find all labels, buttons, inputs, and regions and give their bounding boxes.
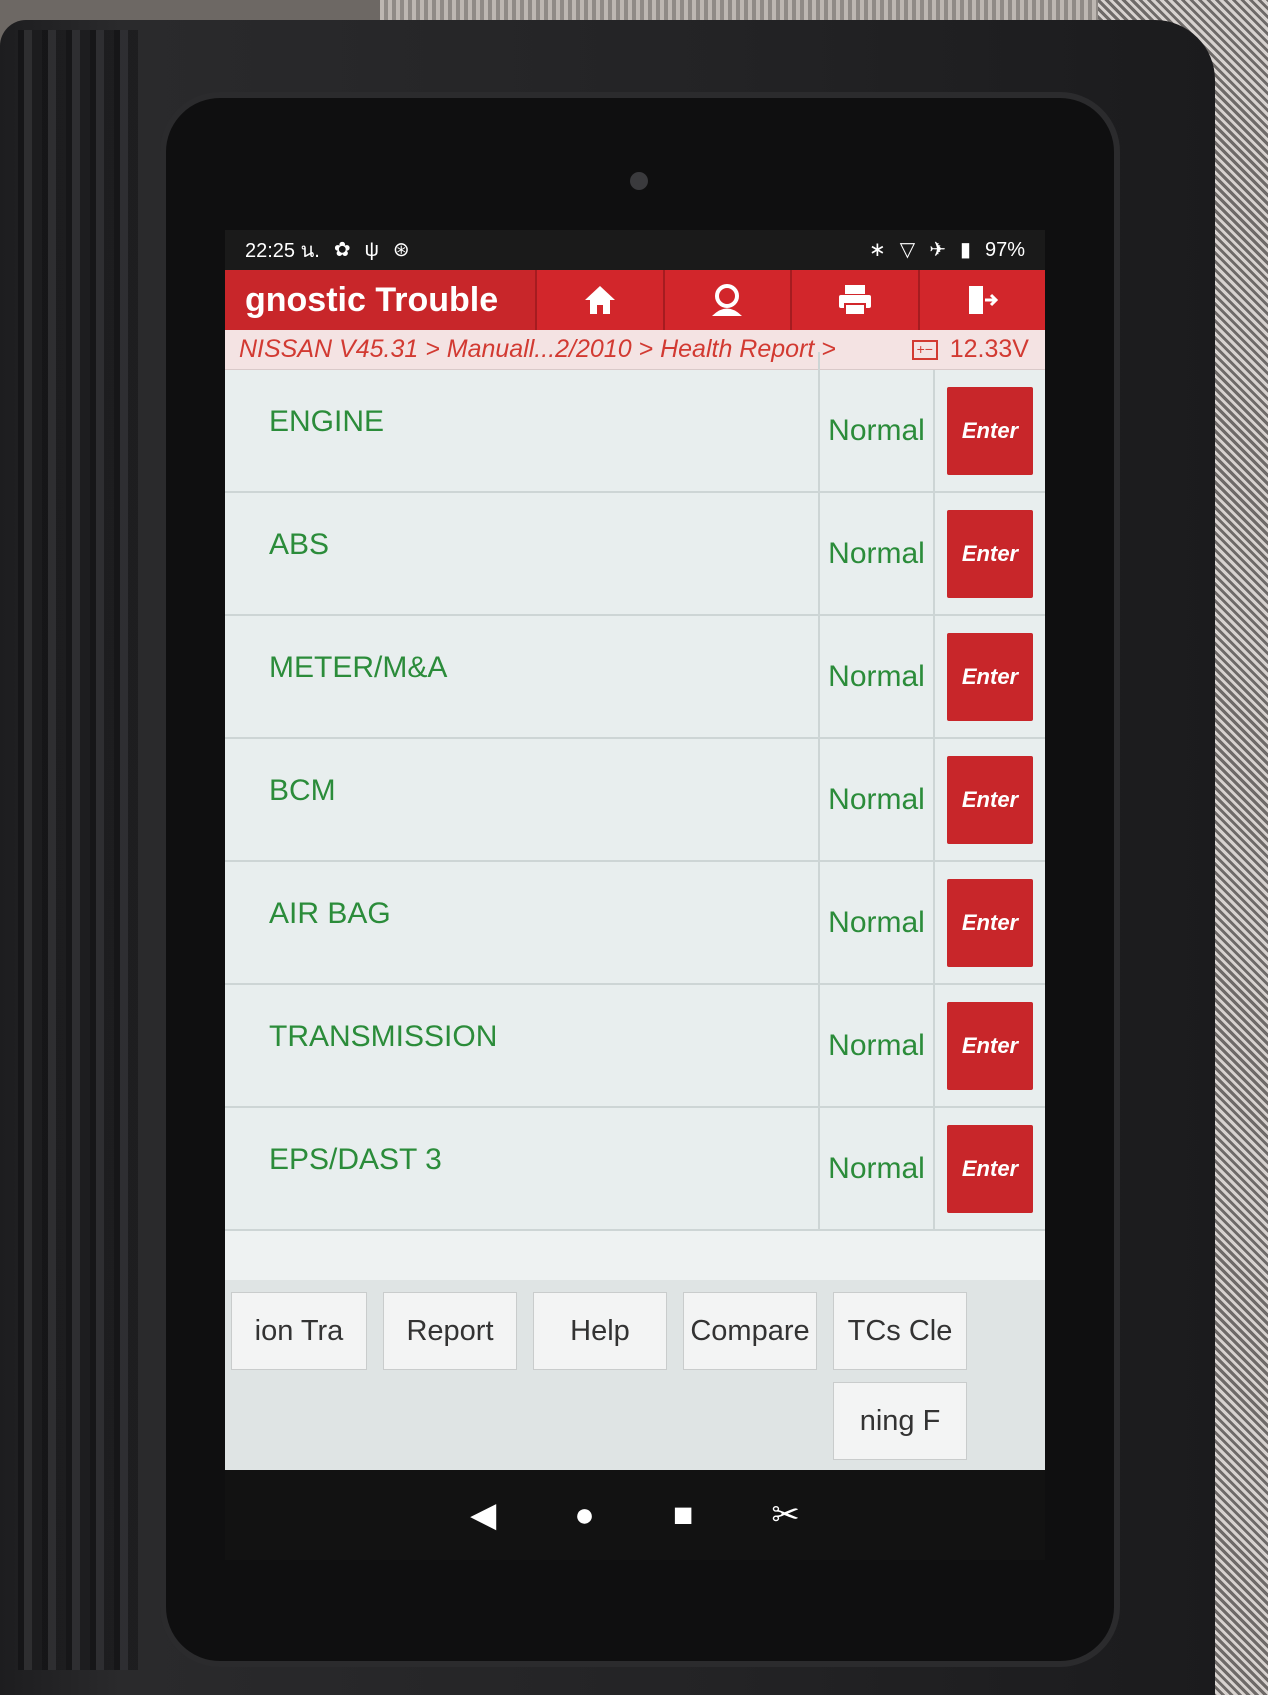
enter-button[interactable]: Enter: [947, 1124, 1033, 1213]
battery-percent: 97%: [984, 238, 1025, 261]
battery-icon: ▮: [959, 239, 971, 261]
system-name: AIR BAG: [225, 844, 820, 983]
front-camera: [630, 172, 648, 190]
system-name: EPS/DAST 3: [225, 1090, 820, 1229]
wifi-icon: ▽: [899, 239, 916, 261]
system-status: Normal: [820, 493, 935, 614]
exit-button[interactable]: [917, 270, 1045, 330]
bottom-toolbar: ion Tra Report Help Compare TCs Cle ning…: [225, 1280, 1045, 1470]
system-status: Normal: [820, 985, 935, 1106]
system-status: Normal: [820, 1108, 935, 1229]
android-nav-bar: ◀ ● ■ ✂: [225, 1470, 1045, 1560]
clear-dtcs-button[interactable]: TCs Cle: [833, 1292, 967, 1370]
car-battery-icon: +−: [911, 339, 938, 360]
enter-button[interactable]: Enter: [947, 1001, 1033, 1090]
home-icon: [584, 286, 615, 314]
print-button[interactable]: [790, 270, 918, 330]
home-nav-icon[interactable]: ●: [574, 1496, 595, 1535]
support-button[interactable]: [662, 270, 790, 330]
enter-button[interactable]: Enter: [947, 386, 1033, 475]
title-bar: gnostic Trouble: [225, 270, 1045, 330]
bluetooth-icon: ∗: [869, 239, 886, 261]
system-status: Normal: [820, 370, 935, 491]
help-button[interactable]: Help: [533, 1292, 667, 1370]
exit-icon: [969, 286, 999, 314]
system-name: METER/M&A: [225, 598, 820, 737]
system-name: BCM: [225, 721, 820, 860]
system-name: TRANSMISSION: [225, 967, 820, 1106]
home-button[interactable]: [535, 270, 663, 330]
status-bar: 22:25 น. ✿ ψ ⊛ ∗ ▽ ✈ ▮ 97%: [225, 230, 1045, 270]
enter-button[interactable]: Enter: [947, 632, 1033, 721]
voltage-readout: 12.33V: [949, 335, 1029, 363]
enter-button[interactable]: Enter: [947, 878, 1033, 967]
print-icon: [838, 285, 871, 316]
vpn-icon: ⊛: [392, 239, 410, 261]
toolbar-button-truncated[interactable]: ion Tra: [231, 1292, 367, 1370]
enter-button[interactable]: Enter: [947, 509, 1033, 598]
system-name: ENGINE: [225, 352, 820, 491]
back-icon[interactable]: ◀: [470, 1495, 496, 1535]
gear-icon: ✿: [333, 239, 351, 261]
screenshot-icon[interactable]: ✂: [771, 1495, 800, 1535]
case-grip-ridges: [18, 30, 138, 1670]
compare-button[interactable]: Compare: [683, 1292, 817, 1370]
page-title: gnostic Trouble: [245, 280, 499, 319]
usb-debug-icon: ψ: [364, 239, 379, 261]
enter-button[interactable]: Enter: [947, 755, 1033, 844]
status-time: 22:25 น.: [245, 240, 320, 262]
report-button[interactable]: Report: [383, 1292, 517, 1370]
support-icon: [712, 284, 743, 316]
system-list[interactable]: ENGINE Normal Enter ABS Normal Enter MET…: [225, 352, 1045, 1270]
system-status: Normal: [820, 739, 935, 860]
system-name: ABS: [225, 475, 820, 614]
toolbar-button-truncated-2[interactable]: ning F: [833, 1382, 967, 1460]
system-status: Normal: [820, 616, 935, 737]
recents-icon[interactable]: ■: [673, 1496, 694, 1535]
system-row: EPS/DAST 3 Normal Enter: [225, 1090, 1045, 1231]
system-status: Normal: [820, 862, 935, 983]
airplane-icon: ✈: [929, 239, 946, 261]
app-screen: 22:25 น. ✿ ψ ⊛ ∗ ▽ ✈ ▮ 97% gnostic Troub…: [225, 230, 1045, 1470]
